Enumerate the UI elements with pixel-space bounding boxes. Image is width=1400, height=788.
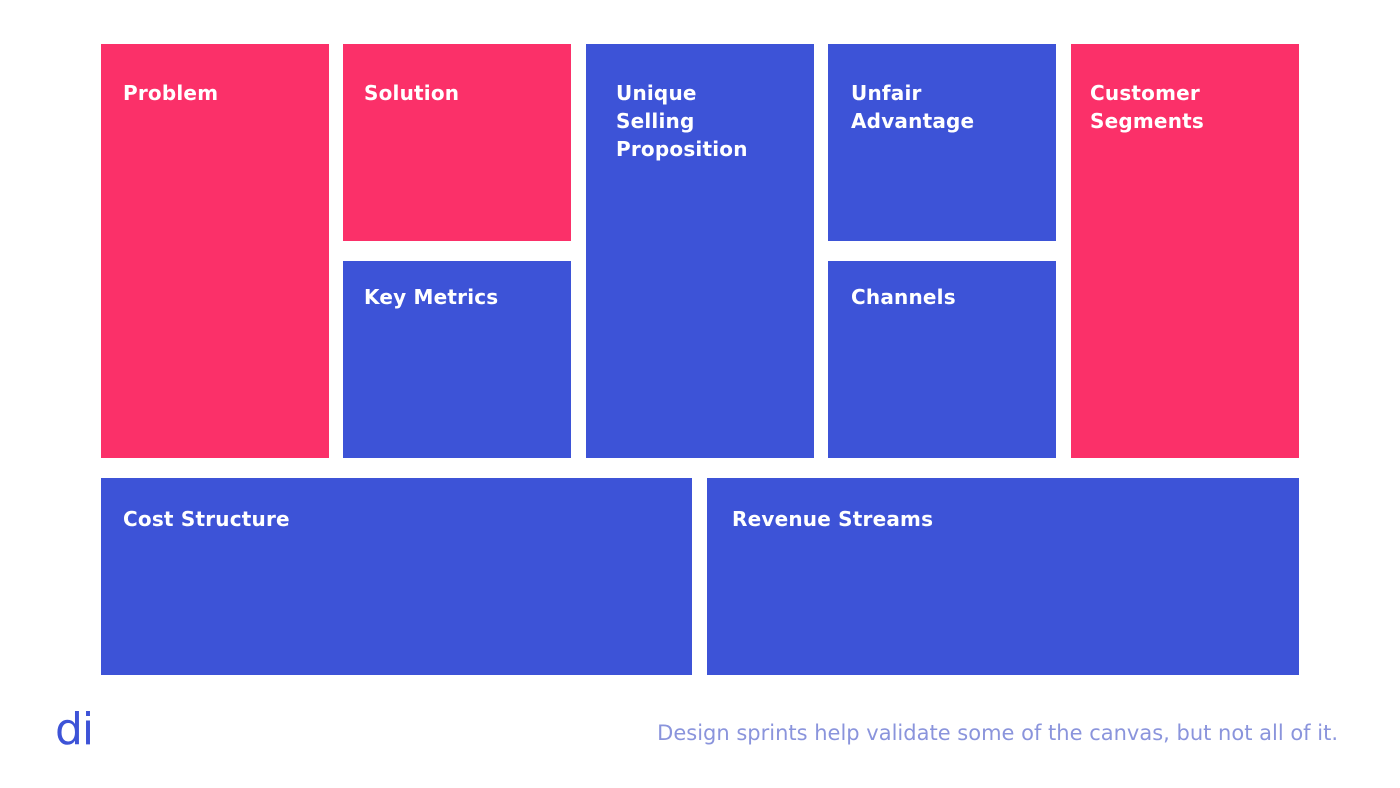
problem-block: Problem	[101, 44, 329, 458]
solution-block: Solution	[343, 44, 571, 241]
caption-text: Design sprints help validate some of the…	[657, 721, 1338, 745]
key-metrics-block: Key Metrics	[343, 261, 571, 458]
unique-selling-proposition-label: Unique Selling Proposition	[616, 81, 748, 161]
problem-label: Problem	[123, 81, 219, 105]
revenue-streams-label: Revenue Streams	[732, 507, 934, 531]
unfair-advantage-label: Unfair Advantage	[851, 81, 975, 133]
channels-label: Channels	[851, 285, 956, 309]
unique-selling-proposition-block: Unique Selling Proposition	[586, 44, 814, 458]
unfair-advantage-block: Unfair Advantage	[828, 44, 1056, 241]
solution-label: Solution	[364, 81, 460, 105]
customer-segments-block: Customer Segments	[1071, 44, 1299, 458]
cost-structure-block: Cost Structure	[101, 478, 692, 675]
customer-segments-label: Customer Segments	[1090, 81, 1204, 133]
di-logo: di	[55, 704, 94, 755]
key-metrics-label: Key Metrics	[364, 285, 499, 309]
channels-block: Channels	[828, 261, 1056, 458]
revenue-streams-block: Revenue Streams	[707, 478, 1299, 675]
cost-structure-label: Cost Structure	[123, 507, 290, 531]
